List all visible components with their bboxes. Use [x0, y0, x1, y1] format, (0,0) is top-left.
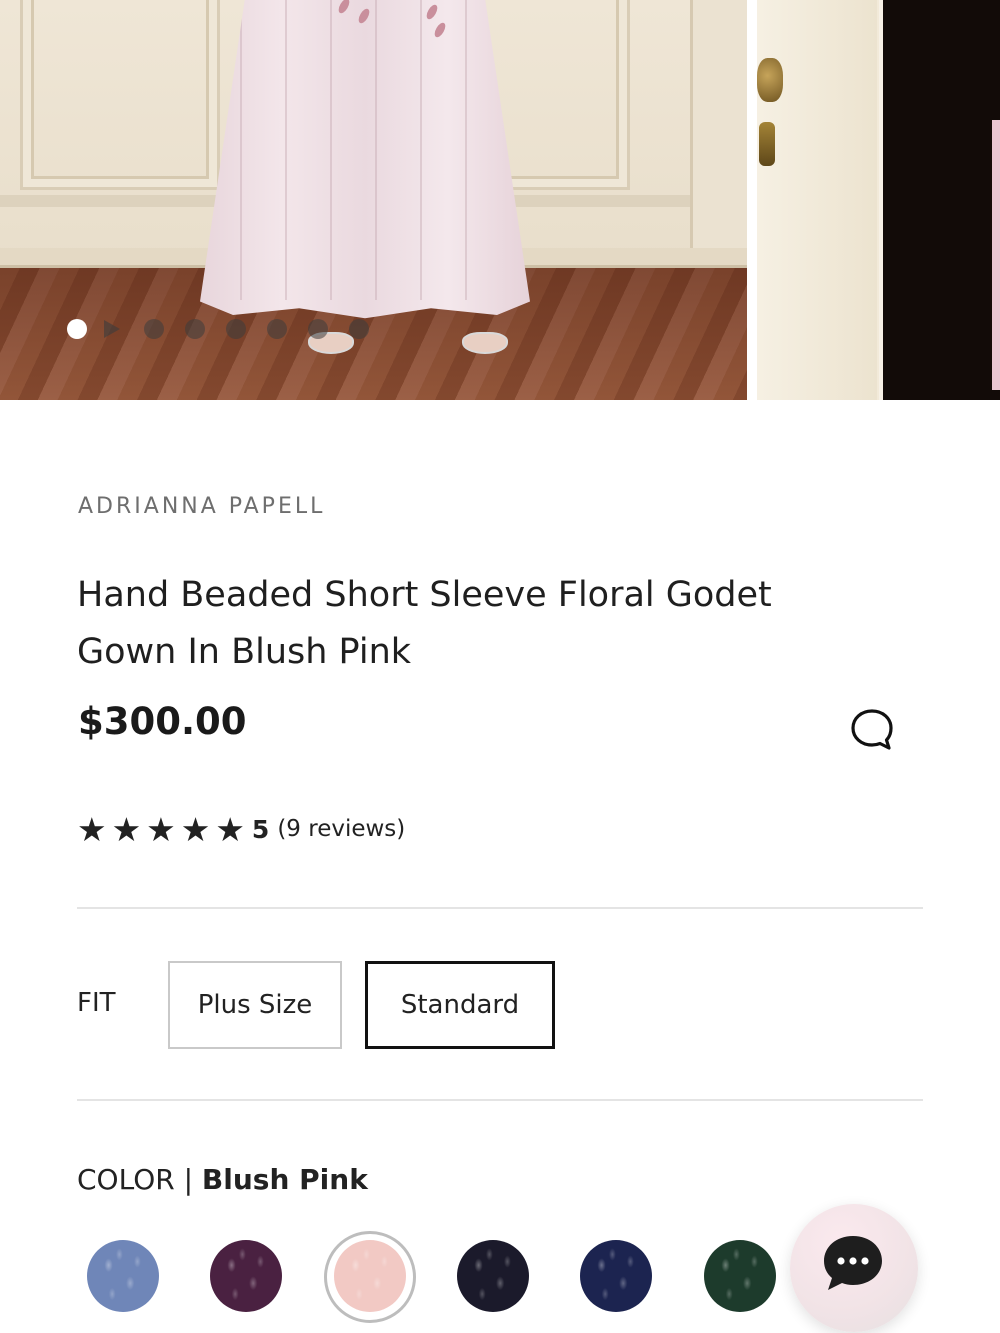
rating-value: 5	[251, 814, 270, 844]
door-knob	[757, 58, 783, 102]
color-label: COLOR | Blush Pink	[77, 1163, 368, 1196]
gallery-dot-3[interactable]	[144, 319, 164, 339]
gallery-slide-next[interactable]	[757, 0, 1000, 400]
wall-panel	[20, 0, 220, 190]
star-rating-icon: ★★★★★	[77, 809, 250, 849]
shoe	[462, 332, 508, 354]
chat-ellipsis-icon	[824, 1236, 882, 1290]
gown-skirt	[200, 0, 530, 319]
product-price: $300.00	[78, 700, 247, 743]
dark-doorway	[879, 0, 1000, 400]
reviews-count-link[interactable]: (9 reviews)	[277, 816, 405, 842]
color-swatch-blue[interactable]	[87, 1240, 159, 1312]
gallery-slide-current[interactable]	[0, 0, 747, 400]
door-frame	[690, 0, 747, 270]
color-swatch-green[interactable]	[704, 1240, 776, 1312]
divider	[77, 907, 923, 909]
brand-name[interactable]: ADRIANNA PAPELL	[78, 494, 325, 519]
gallery-dot-8[interactable]	[349, 319, 369, 339]
gallery-dot-5[interactable]	[226, 319, 246, 339]
gallery-pagination	[67, 318, 390, 340]
gallery-dot-6[interactable]	[267, 319, 287, 339]
color-swatch-black[interactable]	[457, 1240, 529, 1312]
color-swatch-blush-pink[interactable]	[334, 1240, 406, 1312]
door-keyhole	[759, 122, 775, 166]
gallery-dot-7[interactable]	[308, 319, 328, 339]
color-swatch-plum[interactable]	[210, 1240, 282, 1312]
product-image-gallery[interactable]	[0, 0, 1000, 400]
product-title: Hand Beaded Short Sleeve Floral Godet Go…	[77, 575, 772, 672]
fit-option-standard[interactable]: Standard	[365, 961, 555, 1049]
play-video-icon[interactable]	[104, 320, 120, 338]
fit-label: FIT	[77, 988, 116, 1018]
color-swatch-navy[interactable]	[580, 1240, 652, 1312]
fit-option-plus-size[interactable]: Plus Size	[168, 961, 342, 1049]
gallery-dot-1[interactable]	[67, 319, 87, 339]
gallery-dot-4[interactable]	[185, 319, 205, 339]
product-rating[interactable]: ★★★★★ 5 (9 reviews)	[77, 809, 405, 849]
speech-bubble-icon[interactable]	[849, 707, 895, 753]
chat-launcher-button[interactable]	[790, 1204, 918, 1332]
color-label-prefix: COLOR |	[77, 1163, 202, 1196]
divider	[77, 1099, 923, 1101]
selected-color-name: Blush Pink	[201, 1163, 368, 1196]
